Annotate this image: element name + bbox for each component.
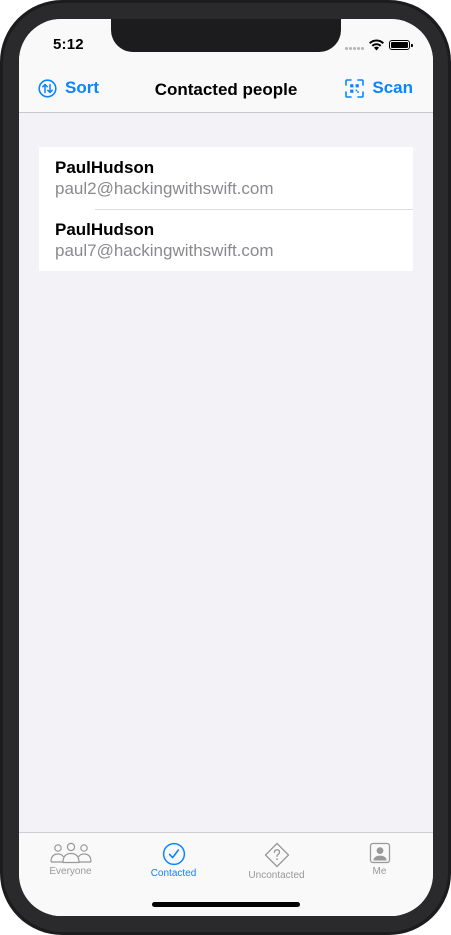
screen: 5:12 Sort Contacted people Scan PaulHuds…	[19, 19, 433, 916]
checkmark-circle-icon	[162, 842, 185, 866]
tab-contacted[interactable]: Contacted	[122, 833, 225, 883]
wifi-icon	[369, 39, 384, 51]
signal-icon	[345, 46, 365, 50]
home-indicator[interactable]	[152, 902, 300, 907]
status-time: 5:12	[53, 36, 84, 53]
questionmark-diamond-icon	[264, 842, 289, 868]
person-square-icon	[369, 842, 390, 864]
contact-email: paul7@hackingwithswift.com	[55, 241, 274, 260]
tab-me-label: Me	[372, 866, 387, 877]
list-item[interactable]: PaulHudson paul7@hackingwithswift.com	[39, 209, 413, 271]
tab-everyone-label: Everyone	[49, 866, 92, 877]
contact-email: paul2@hackingwithswift.com	[55, 179, 274, 198]
contact-name: PaulHudson	[55, 220, 155, 239]
navigation-bar: Sort Contacted people Scan	[19, 63, 433, 113]
tab-contacted-label: Contacted	[150, 868, 197, 879]
notch	[111, 19, 341, 52]
tab-uncontacted-label: Uncontacted	[248, 870, 305, 881]
scan-button-label: Scan	[372, 78, 413, 97]
tab-everyone[interactable]: Everyone	[19, 833, 122, 883]
contact-name: PaulHudson	[55, 158, 155, 177]
battery-icon	[389, 40, 413, 50]
tab-uncontacted[interactable]: Uncontacted	[225, 833, 328, 883]
tab-me[interactable]: Me	[328, 833, 431, 883]
people-icon	[49, 842, 92, 864]
contacts-list: PaulHudson paul2@hackingwithswift.com Pa…	[39, 147, 413, 271]
scan-button[interactable]: Scan	[345, 78, 413, 98]
list-item[interactable]: PaulHudson paul2@hackingwithswift.com	[39, 147, 413, 209]
qr-code-viewfinder-icon	[345, 78, 365, 98]
